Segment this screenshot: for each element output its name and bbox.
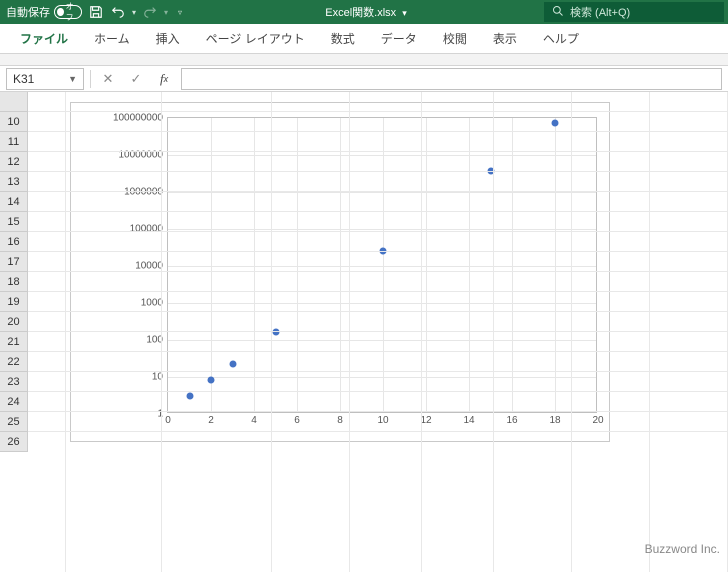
tab-data[interactable]: データ (369, 24, 429, 54)
fx-icon[interactable]: fx (153, 68, 175, 90)
cancel-formula-icon[interactable]: ✕ (97, 68, 119, 90)
autosave-label: 自動保存 (6, 4, 50, 20)
undo-dropdown-icon[interactable]: ▾ (132, 8, 136, 17)
enter-formula-icon[interactable]: ✓ (125, 68, 147, 90)
row-header[interactable]: 12 (0, 152, 28, 172)
y-tick-label: 10000 (135, 261, 168, 272)
x-tick-label: 16 (506, 412, 517, 426)
search-icon (552, 5, 564, 20)
row-header[interactable]: 14 (0, 192, 28, 212)
plot-area: 1101001000100001000001000000100000001000… (167, 117, 597, 413)
x-tick-label: 12 (420, 412, 431, 426)
title-dropdown-icon[interactable]: ▾ (402, 8, 407, 18)
y-tick-label: 10 (152, 372, 168, 383)
x-tick-label: 8 (337, 412, 343, 426)
autosave-toggle[interactable]: 自動保存 オフ (6, 4, 82, 20)
tab-pagelayout[interactable]: ページ レイアウト (194, 24, 317, 54)
row-header[interactable]: 22 (0, 352, 28, 372)
sheet-body[interactable]: 1101001000100001000001000000100000001000… (28, 92, 728, 572)
tab-home[interactable]: ホーム (82, 24, 142, 54)
tab-file[interactable]: ファイル (8, 24, 80, 54)
name-box[interactable]: K31 ▼ (6, 68, 84, 90)
x-tick-label: 6 (294, 412, 300, 426)
select-all-corner[interactable] (0, 92, 28, 111)
row-header[interactable]: 23 (0, 372, 28, 392)
watermark: Buzzword Inc. (645, 542, 720, 556)
row-header[interactable]: 26 (0, 432, 28, 452)
data-point (186, 393, 193, 400)
row-header[interactable]: 11 (0, 132, 28, 152)
tab-insert[interactable]: 挿入 (144, 24, 192, 54)
data-point (552, 119, 559, 126)
x-tick-label: 4 (251, 412, 257, 426)
row-header[interactable]: 17 (0, 252, 28, 272)
tab-view[interactable]: 表示 (481, 24, 529, 54)
data-point (229, 360, 236, 367)
search-placeholder: 検索 (Alt+Q) (570, 4, 630, 20)
x-tick-label: 14 (463, 412, 474, 426)
name-box-value: K31 (13, 72, 34, 86)
y-tick-label: 1000 (141, 298, 168, 309)
x-tick-label: 20 (592, 412, 603, 426)
row-header[interactable]: 18 (0, 272, 28, 292)
search-box[interactable]: 検索 (Alt+Q) (544, 2, 724, 22)
redo-dropdown-icon: ▾ (164, 8, 168, 17)
redo-icon (142, 4, 158, 20)
y-tick-label: 100 (146, 335, 168, 346)
tab-formulas[interactable]: 数式 (319, 24, 367, 54)
autosave-state: オフ (54, 5, 82, 19)
x-tick-label: 0 (165, 412, 171, 426)
row-header[interactable]: 20 (0, 312, 28, 332)
tab-help[interactable]: ヘルプ (531, 24, 591, 54)
y-tick-label: 100000 (130, 224, 168, 235)
spreadsheet-grid[interactable]: A B C D E F G H I 1011121314151617181920… (0, 92, 728, 112)
chevron-down-icon: ▼ (68, 74, 77, 84)
formula-input[interactable] (181, 68, 722, 90)
row-header[interactable]: 16 (0, 232, 28, 252)
row-header[interactable]: 25 (0, 412, 28, 432)
document-title: Excel関数.xlsx (325, 7, 396, 19)
row-header[interactable]: 19 (0, 292, 28, 312)
window-title: Excel関数.xlsx ▾ (188, 4, 544, 20)
row-header[interactable]: 21 (0, 332, 28, 352)
row-header[interactable]: 15 (0, 212, 28, 232)
x-tick-label: 2 (208, 412, 214, 426)
row-header[interactable]: 10 (0, 112, 28, 132)
tab-review[interactable]: 校閲 (431, 24, 479, 54)
undo-icon[interactable] (110, 4, 126, 20)
save-icon[interactable] (88, 4, 104, 20)
qat-customize-icon[interactable]: ▿ (178, 8, 182, 17)
data-point (208, 376, 215, 383)
y-tick-label: 100000000 (113, 113, 168, 124)
ribbon-tabs: ファイル ホーム 挿入 ページ レイアウト 数式 データ 校閲 表示 ヘルプ (0, 24, 728, 54)
x-tick-label: 10 (377, 412, 388, 426)
formula-bar: K31 ▼ ✕ ✓ fx (0, 66, 728, 92)
row-header[interactable]: 13 (0, 172, 28, 192)
row-header[interactable]: 24 (0, 392, 28, 412)
x-tick-label: 18 (549, 412, 560, 426)
title-bar: 自動保存 オフ ▾ ▾ ▿ Excel関数.xlsx ▾ 検索 (Alt+Q) (0, 0, 728, 24)
